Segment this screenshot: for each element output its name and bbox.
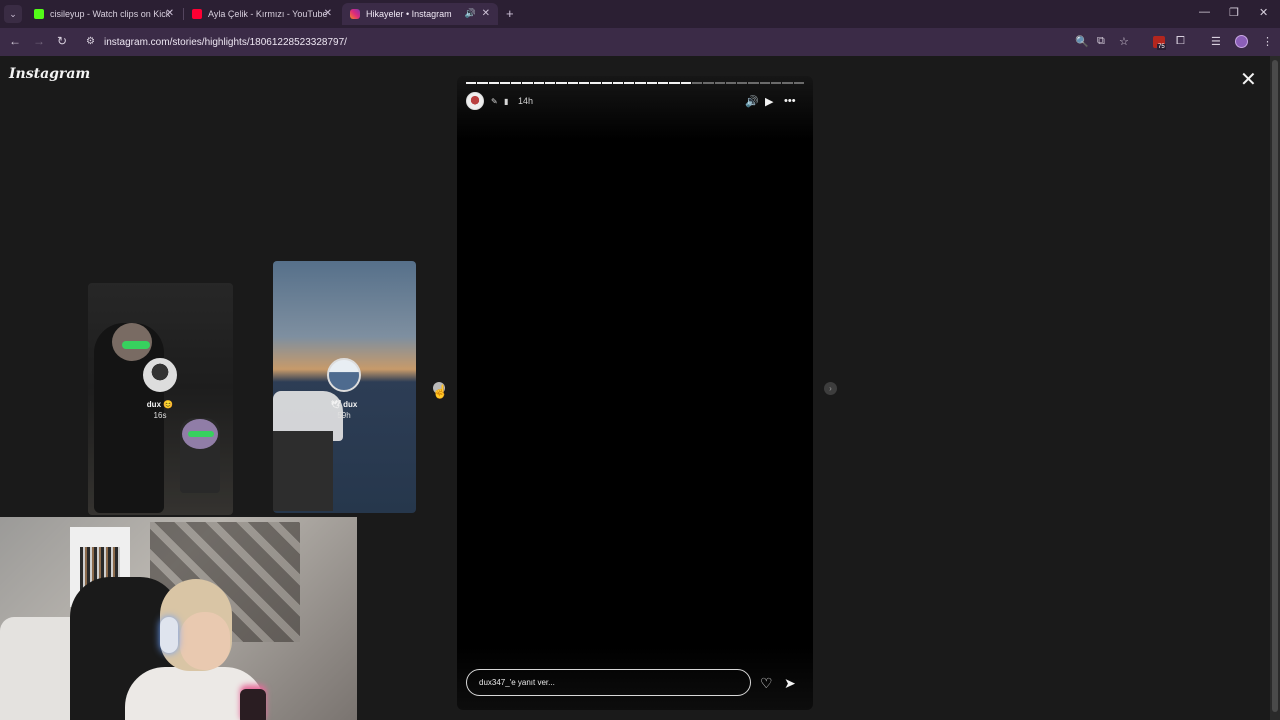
menu-kebab-icon[interactable]: ⋮ bbox=[1262, 35, 1273, 48]
webcam-streamer-face bbox=[180, 612, 230, 670]
reload-icon[interactable]: ↻ bbox=[57, 34, 67, 48]
new-tab-button[interactable]: + bbox=[506, 6, 514, 21]
zoom-icon[interactable]: 🔍 bbox=[1075, 35, 1089, 48]
extension-badge: 75 bbox=[1157, 44, 1166, 50]
progress-segment bbox=[759, 82, 771, 84]
youtube-favicon-icon bbox=[192, 9, 202, 19]
progress-segment bbox=[533, 82, 545, 84]
progress-segment bbox=[545, 82, 556, 84]
tab-search-button[interactable]: ⌄ bbox=[4, 5, 22, 23]
progress-segment bbox=[703, 82, 714, 84]
install-app-icon[interactable]: ⧉ bbox=[1097, 35, 1105, 48]
back-icon[interactable]: ← bbox=[9, 34, 21, 48]
phone-icon: ▮ bbox=[504, 97, 509, 106]
window-close-icon[interactable]: ✕ bbox=[1259, 6, 1268, 19]
progress-segment bbox=[567, 82, 578, 84]
progress-segment bbox=[522, 82, 533, 84]
bookmark-star-icon[interactable]: ☆ bbox=[1119, 35, 1129, 48]
progress-segment bbox=[477, 82, 488, 84]
story-frame[interactable] bbox=[457, 76, 813, 710]
instagram-logo[interactable]: Instagram bbox=[9, 66, 90, 82]
progress-segment bbox=[748, 82, 759, 84]
media-controls-icon[interactable]: ☰ bbox=[1211, 35, 1221, 48]
kick-favicon-icon bbox=[34, 9, 44, 19]
preview-username: dux 😊 bbox=[146, 400, 174, 409]
progress-segment bbox=[612, 82, 624, 84]
more-options-icon[interactable]: ••• bbox=[784, 95, 796, 107]
progress-segment bbox=[680, 82, 691, 84]
instagram-favicon-icon bbox=[350, 9, 360, 19]
reply-input[interactable] bbox=[466, 669, 751, 696]
extensions-puzzle-icon[interactable]: ⧠ bbox=[1176, 35, 1185, 48]
headset-icon bbox=[160, 617, 178, 653]
progress-segment bbox=[511, 82, 522, 84]
tab-close-icon[interactable]: ✕ bbox=[166, 8, 174, 19]
preview-timestamp: 16s bbox=[153, 411, 167, 420]
send-icon[interactable]: ➤ bbox=[784, 675, 796, 692]
tab-kick[interactable]: cisileyup - Watch clips on Kick ✕ bbox=[26, 3, 182, 25]
tab-close-icon[interactable]: ✕ bbox=[482, 8, 490, 19]
forward-icon[interactable]: → bbox=[33, 34, 45, 48]
progress-segment bbox=[635, 82, 646, 84]
webcam-overlay bbox=[0, 517, 357, 720]
preview-image-shore bbox=[273, 431, 333, 511]
progress-segment bbox=[488, 82, 499, 84]
audio-playing-icon[interactable]: 🔊 bbox=[465, 8, 476, 19]
progress-segment bbox=[646, 82, 658, 84]
progress-segment bbox=[624, 82, 635, 84]
pencil-icon: ✎ bbox=[491, 97, 498, 106]
progress-segment bbox=[793, 82, 804, 84]
progress-segment bbox=[578, 82, 590, 84]
progress-segment bbox=[556, 82, 567, 84]
preview-username: 🕊 dux bbox=[330, 400, 358, 409]
progress-segment bbox=[771, 82, 782, 84]
progress-segment bbox=[499, 82, 511, 84]
highlight-preview-1[interactable] bbox=[88, 283, 233, 515]
minimize-icon[interactable]: — bbox=[1199, 6, 1210, 18]
progress-segment bbox=[782, 82, 793, 84]
microphone-icon bbox=[240, 689, 266, 720]
progress-segment bbox=[466, 82, 477, 84]
play-icon[interactable]: ▶ bbox=[765, 95, 773, 108]
next-story-button[interactable]: › bbox=[824, 382, 837, 395]
progress-segment bbox=[691, 82, 703, 84]
progress-segment bbox=[658, 82, 669, 84]
preview-image-goggles bbox=[122, 341, 150, 349]
tab-title: Hikayeler • Instagram bbox=[366, 9, 452, 19]
progress-segment bbox=[601, 82, 612, 84]
address-bar[interactable]: instagram.com/stories/highlights/1806122… bbox=[104, 37, 347, 48]
site-info-icon[interactable]: ⚙ bbox=[86, 36, 95, 47]
profile-avatar[interactable] bbox=[1235, 35, 1248, 48]
tab-title: Ayla Çelik - Kırmızı - YouTube bbox=[208, 9, 328, 19]
mute-icon[interactable]: 🔊 bbox=[745, 95, 759, 108]
progress-segment bbox=[590, 82, 601, 84]
close-story-icon[interactable]: ✕ bbox=[1240, 70, 1257, 90]
story-progress-bar bbox=[466, 82, 804, 84]
progress-segment bbox=[737, 82, 748, 84]
avatar bbox=[143, 358, 177, 392]
avatar[interactable] bbox=[466, 92, 484, 110]
pointer-cursor-icon: ☝ bbox=[432, 384, 449, 399]
progress-segment bbox=[725, 82, 737, 84]
tab-close-icon[interactable]: ✕ bbox=[324, 8, 332, 19]
tab-instagram[interactable]: Hikayeler • Instagram 🔊 ✕ bbox=[342, 3, 498, 25]
preview-timestamp: 59h bbox=[337, 411, 351, 420]
tab-title: cisileyup - Watch clips on Kick bbox=[50, 9, 171, 19]
preview-image-bear-goggles bbox=[188, 431, 214, 437]
heart-icon[interactable]: ♡ bbox=[760, 675, 773, 692]
progress-segment bbox=[714, 82, 725, 84]
scrollbar-thumb[interactable] bbox=[1272, 60, 1278, 712]
tab-youtube[interactable]: Ayla Çelik - Kırmızı - YouTube ✕ bbox=[184, 3, 340, 25]
progress-segment bbox=[669, 82, 680, 84]
story-timestamp: 14h bbox=[518, 96, 534, 106]
restore-icon[interactable]: ❐ bbox=[1229, 6, 1239, 19]
avatar bbox=[327, 358, 361, 392]
